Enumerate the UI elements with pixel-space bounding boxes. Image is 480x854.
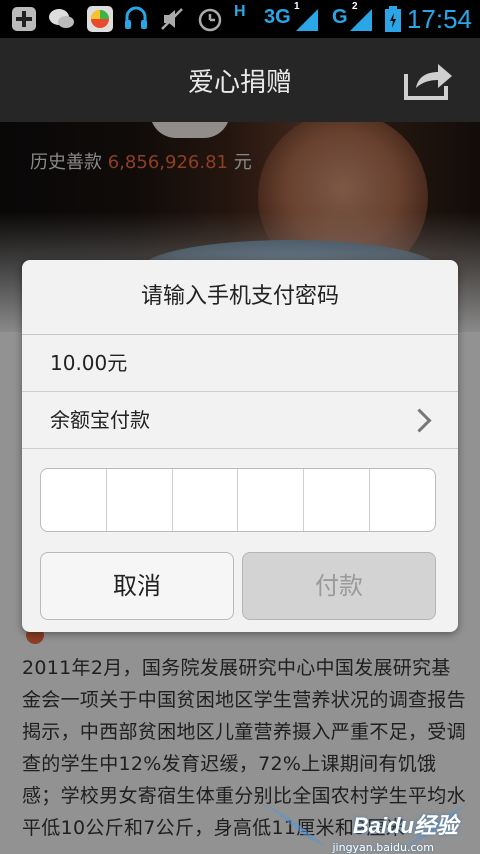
pin-cell[interactable] bbox=[238, 469, 305, 531]
pin-input[interactable] bbox=[40, 468, 436, 532]
pin-cell[interactable] bbox=[304, 469, 371, 531]
network-3g: 3G bbox=[264, 6, 291, 28]
chevron-right-icon bbox=[407, 408, 432, 433]
sim2-label: 2 bbox=[352, 1, 358, 12]
watermark-brand: Baidu经验 bbox=[352, 813, 458, 838]
title-bar: 爱心捐赠 bbox=[0, 38, 480, 122]
pin-cell[interactable] bbox=[370, 469, 435, 531]
headset-icon bbox=[125, 6, 147, 29]
add-icon bbox=[12, 7, 36, 31]
cancel-button[interactable]: 取消 bbox=[40, 552, 234, 620]
battery-icon bbox=[385, 6, 401, 32]
mute-icon bbox=[161, 8, 183, 30]
dialog-title: 请输入手机支付密码 bbox=[22, 260, 458, 335]
pay-button[interactable]: 付款 bbox=[242, 552, 436, 620]
pin-cell[interactable] bbox=[173, 469, 239, 531]
payment-method-row[interactable]: 余额宝付款 bbox=[22, 392, 458, 449]
pin-cell[interactable] bbox=[41, 469, 107, 531]
payment-dialog: 请输入手机支付密码 10.00元 余额宝付款 取消 付款 bbox=[22, 260, 458, 632]
pin-cell[interactable] bbox=[107, 469, 173, 531]
sim1-label: 1 bbox=[294, 1, 300, 12]
network-g: G bbox=[332, 6, 348, 28]
watermark-url: jingyan.baidu.com bbox=[332, 841, 434, 854]
browser-icon bbox=[87, 6, 113, 32]
status-bar: H 3G 1 G 2 17:54 bbox=[0, 0, 480, 38]
status-time: 17:54 bbox=[406, 4, 472, 34]
hd-indicator: H bbox=[234, 3, 246, 20]
alarm-icon bbox=[198, 8, 222, 32]
wechat-icon bbox=[49, 9, 74, 28]
share-icon[interactable] bbox=[402, 58, 454, 102]
payment-method-label: 余额宝付款 bbox=[50, 408, 150, 432]
watermark: Baidu经验 jingyan.baidu.com bbox=[0, 794, 480, 854]
payment-amount: 10.00元 bbox=[22, 335, 458, 392]
